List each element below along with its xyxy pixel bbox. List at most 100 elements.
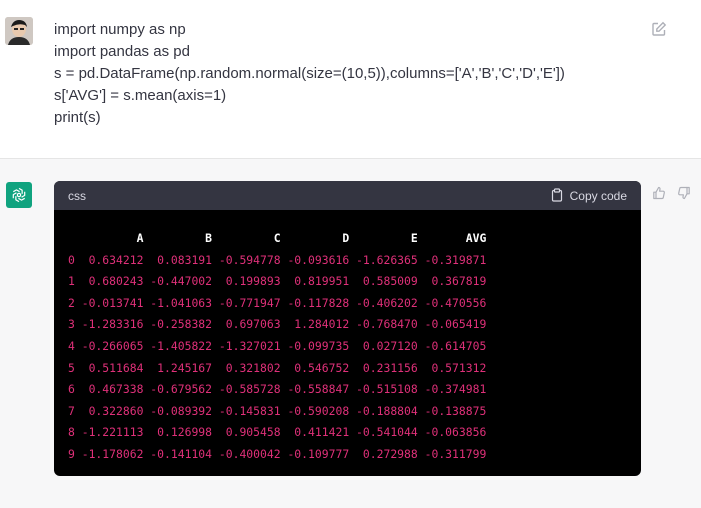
table-row: 0 0.634212 0.083191 -0.594778 -0.093616 … [68,250,486,272]
user-message: import numpy as np import pandas as pd s =… [0,0,701,159]
table-row: 2 -0.013741 -1.041063 -0.771947 -0.11782… [68,293,486,315]
user-code-line: s['AVG'] = s.mean(axis=1) [54,87,227,104]
table-row: 4 -0.266065 -1.405822 -1.327021 -0.09973… [68,336,486,358]
copy-code-button[interactable]: Copy code [550,187,627,205]
column-header: AVG [417,231,487,245]
table-cell: -0.063856 [417,425,487,440]
table-cell: 0.697063 [212,317,281,332]
table-cell: -0.258382 [143,317,213,332]
table-cell: -0.266065 [74,338,144,353]
column-header: C [212,231,281,245]
table-cell: 0.083191 [143,252,213,267]
table-cell: -1.283316 [74,317,144,332]
column-header: B [143,231,213,245]
table-header-row: A B C D E AVG [68,228,487,250]
code-language-label: css [68,189,86,203]
table-cell: 0.027120 [349,338,418,353]
thumbs-up-icon[interactable] [652,186,666,200]
table-cell: -1.178062 [74,446,144,461]
table-cell: -0.614705 [417,338,487,353]
row-index: 1 [68,274,75,289]
column-header: A [74,231,144,245]
openai-logo-icon [6,182,32,208]
table-cell: 0.231156 [349,360,418,375]
table-cell: -1.405822 [143,338,213,353]
table-row: 5 0.511684 1.245167 0.321802 0.546752 0.… [68,358,486,380]
table-cell: 0.585009 [349,274,418,289]
table-cell: -0.590208 [280,403,350,418]
row-index: 8 [68,425,75,440]
table-cell: 0.905458 [212,425,281,440]
row-index: 3 [68,317,75,332]
table-cell: -0.117828 [280,295,350,310]
table-cell: -0.138875 [417,403,487,418]
code-block-header: css Copy code [54,181,641,210]
column-header: D [280,231,350,245]
copy-code-label: Copy code [569,189,627,203]
table-cell: -0.188804 [349,403,418,418]
table-cell: -0.470556 [417,295,487,310]
table-cell: -0.771947 [212,295,281,310]
code-output: A B C D E AVG 0 0.634212 0.083191 -0.5947… [68,228,486,466]
column-header: E [349,231,418,245]
table-cell: -0.406202 [349,295,418,310]
table-cell: -0.065419 [417,317,487,332]
table-cell: 0.199893 [212,274,281,289]
table-cell: -0.679562 [143,382,213,397]
row-index: 5 [68,360,75,375]
table-cell: -0.768470 [349,317,418,332]
edit-icon[interactable] [651,21,667,37]
table-row: 3 -1.283316 -0.258382 0.697063 1.284012 … [68,314,486,336]
table-cell: -0.099735 [280,338,350,353]
code-block: css Copy code A B C D E AVG 0 0.634212 0.… [54,181,641,476]
row-index: 9 [68,446,75,461]
table-cell: 0.571312 [417,360,487,375]
user-avatar [5,17,33,45]
table-cell: -0.558847 [280,382,350,397]
table-cell: -0.447002 [143,274,213,289]
table-cell: -0.374981 [417,382,487,397]
row-index: 6 [68,382,75,397]
table-cell: -0.089392 [143,403,213,418]
table-cell: 1.245167 [143,360,213,375]
row-index: 7 [68,403,75,418]
table-cell: -0.319871 [417,252,487,267]
table-cell: 0.819951 [280,274,350,289]
user-code-line: import numpy as np [54,21,186,38]
table-cell: -0.145831 [212,403,281,418]
table-cell: -0.400042 [212,446,281,461]
clipboard-icon [550,187,564,205]
table-cell: 0.680243 [74,274,144,289]
table-cell: 0.367819 [417,274,487,289]
table-cell: 0.126998 [143,425,213,440]
user-code-line: import pandas as pd [54,43,190,60]
table-row: 9 -1.178062 -0.141104 -0.400042 -0.10977… [68,444,486,466]
user-code-line: s = pd.DataFrame(np.random.normal(size=(… [54,65,565,82]
table-cell: -0.141104 [143,446,213,461]
table-cell: -0.594778 [212,252,281,267]
row-index: 4 [68,338,75,353]
table-cell: -1.327021 [212,338,281,353]
table-cell: -0.515108 [349,382,418,397]
index-header-spacer [68,231,75,245]
table-cell: 1.284012 [280,317,350,332]
table-cell: -0.109777 [280,446,350,461]
table-cell: -0.585728 [212,382,281,397]
table-cell: -0.541044 [349,425,418,440]
table-cell: 0.511684 [74,360,144,375]
table-cell: 0.467338 [74,382,144,397]
user-prompt-text: import numpy as np import pandas as pd s =… [54,19,565,129]
row-index: 2 [68,295,75,310]
table-cell: -0.093616 [280,252,350,267]
table-cell: 0.321802 [212,360,281,375]
assistant-message: css Copy code A B C D E AVG 0 0.634212 0.… [0,159,701,508]
table-cell: -0.311799 [417,446,487,461]
table-cell: 0.411421 [280,425,350,440]
table-cell: -0.013741 [74,295,144,310]
table-cell: 0.546752 [280,360,350,375]
table-cell: 0.634212 [74,252,144,267]
thumbs-down-icon[interactable] [677,186,691,200]
table-row: 8 -1.221113 0.126998 0.905458 0.411421 -… [68,422,486,444]
user-code-line: print(s) [54,109,101,126]
table-row: 1 0.680243 -0.447002 0.199893 0.819951 0… [68,271,486,293]
